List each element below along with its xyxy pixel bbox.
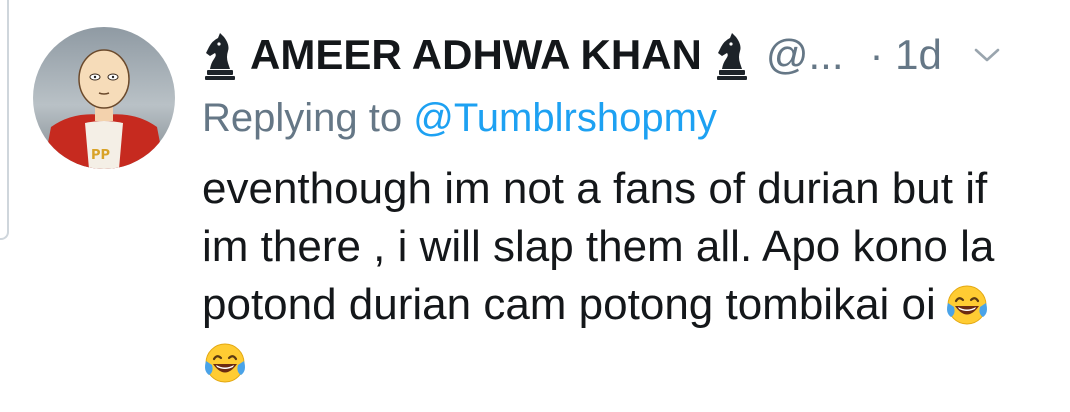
laughing-emoji-icon [202,339,248,385]
svg-text:PP: PP [91,148,110,163]
tweet-card[interactable]: AMEER ADHWA KHAN @... · 1d Replying to @… [202,22,1052,392]
avatar[interactable]: PP [33,27,175,169]
tweet-text-line-emoji-only [202,334,1052,392]
replying-to-label: Replying to [202,96,403,140]
chess-knight-icon [714,29,750,81]
author-name-text: AMEER ADHWA KHAN [250,31,702,78]
replying-to-line: Replying to @Tumblrshopmy [202,90,1052,146]
author-handle[interactable]: @... [766,31,844,79]
tweet-header: AMEER ADHWA KHAN @... · 1d [202,22,1052,88]
tweet-text-line: eventhough im not a fans of durian but i… [202,164,988,213]
tweet-timestamp[interactable]: · 1d [870,31,942,79]
tweet-text-line: im there , i will slap them all. Apo kon… [202,222,995,271]
chess-knight-icon [202,29,238,81]
author-name[interactable]: AMEER ADHWA KHAN [202,29,750,81]
laughing-emoji-icon [944,281,990,327]
replying-to-link[interactable]: @Tumblrshopmy [413,96,717,140]
previous-card-edge [0,0,9,240]
tweet-text: eventhough im not a fans of durian but i… [202,160,1052,392]
tweet-text-segment: potond durian cam potong tombikai oi [202,280,936,329]
tweet-text-line-with-emoji: potond durian cam potong tombikai oi [202,276,1052,334]
chevron-down-icon[interactable] [972,40,1002,70]
